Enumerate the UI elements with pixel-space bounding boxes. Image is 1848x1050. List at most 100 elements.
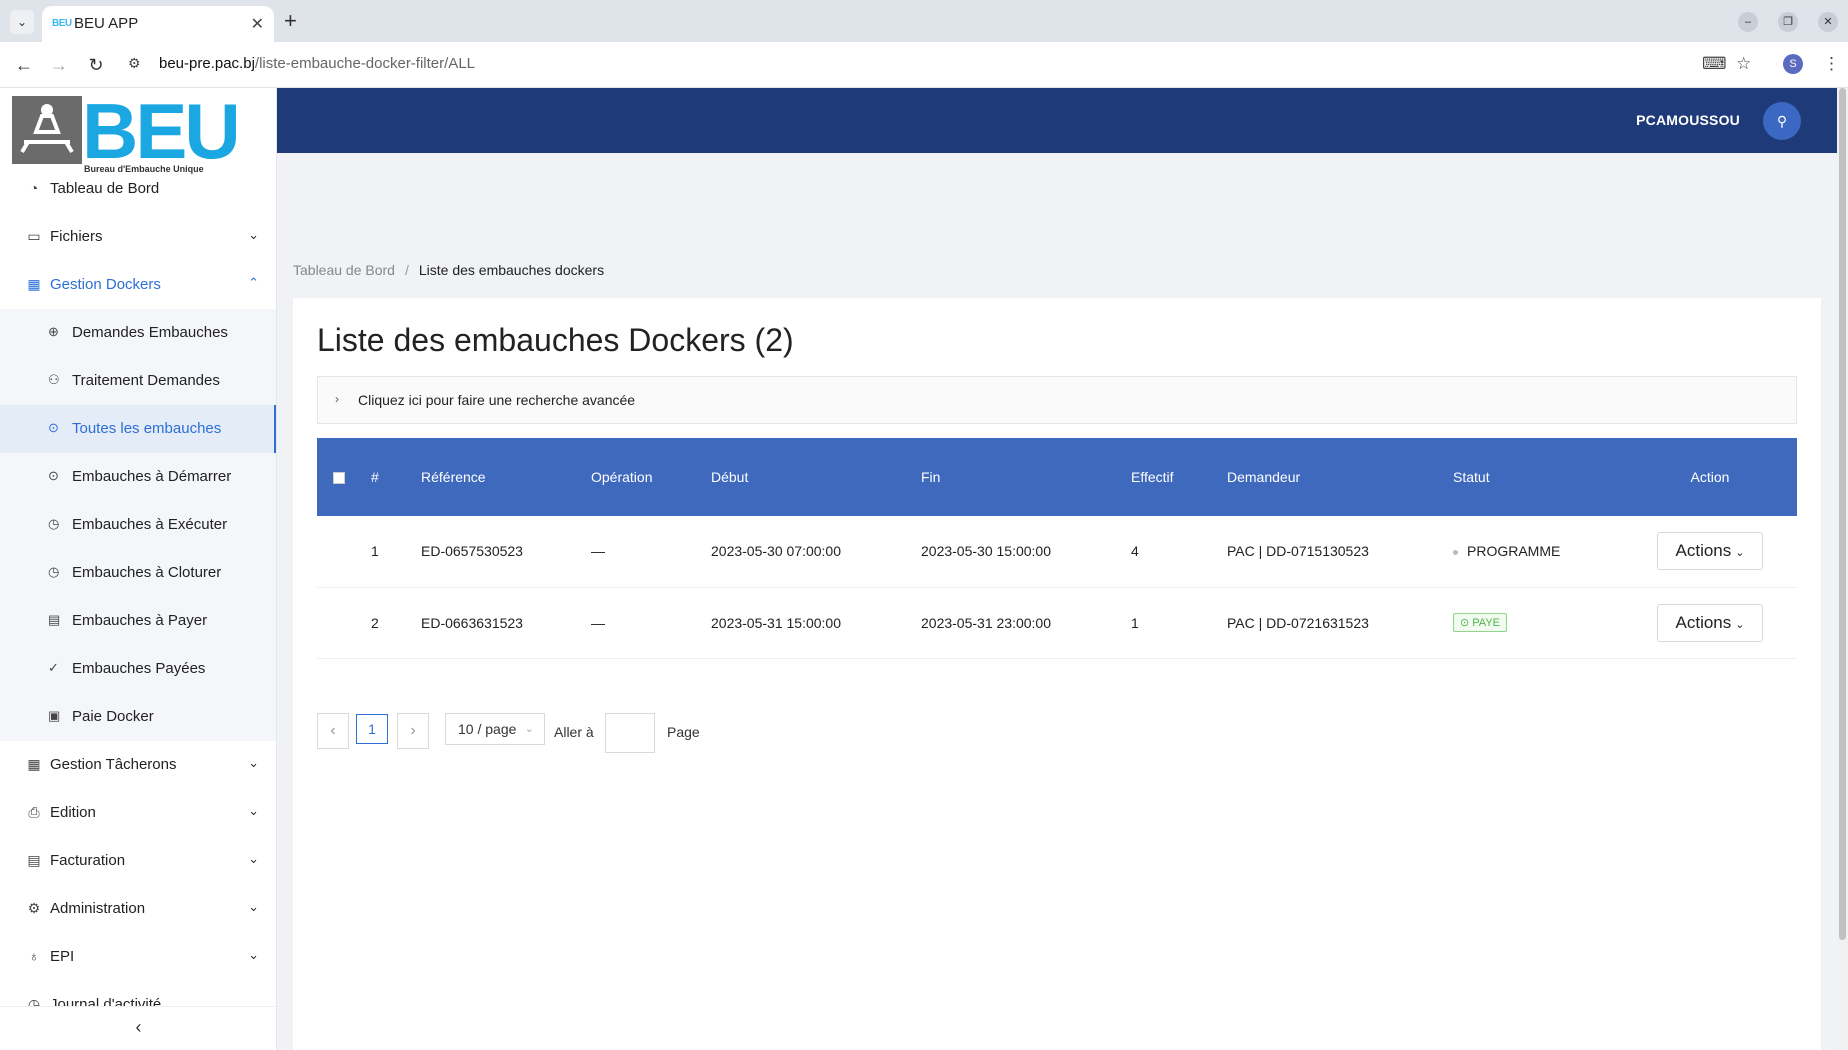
sidebar-item-tableau-de-bord[interactable]: ◔ Tableau de Bord [0, 165, 276, 213]
collapse-sidebar-button[interactable]: ‹ [0, 1006, 276, 1050]
col-header-operation: Opération [581, 438, 701, 516]
browser-tab[interactable]: BEU BEU APP ✕ [42, 6, 274, 42]
bookmark-star-icon[interactable]: ☆ [1736, 54, 1751, 74]
page-scrollbar[interactable] [1837, 88, 1848, 1050]
col-header-num: # [361, 438, 411, 516]
forward-icon[interactable]: → [46, 52, 72, 78]
page-label: Page [667, 724, 700, 740]
table-header-row: # Référence Opération Début Fin Effectif… [317, 438, 1797, 516]
browser-toolbar: ← → ↻ ⚙ beu-pre.pac.bj/liste-embauche-do… [0, 42, 1848, 88]
clock-icon: ◷ [48, 564, 60, 579]
chevron-down-icon: ⌄ [248, 803, 259, 818]
translate-icon[interactable]: ⌨ [1702, 54, 1727, 74]
cell-fin: 2023-05-31 23:00:00 [911, 587, 1121, 659]
folder-icon: ▭ [27, 228, 41, 244]
sidebar-item-fichiers[interactable]: ▭ Fichiers ⌄ [0, 213, 276, 261]
pagination-prev-button[interactable]: ‹ [317, 713, 349, 749]
sidebar-subitem-label: Embauches à Payer [72, 612, 208, 629]
status-text: PROGRAMME [1467, 543, 1561, 560]
chevron-right-icon: › [335, 392, 339, 406]
sidebar-item-label: Tableau de Bord [50, 180, 160, 197]
sidebar-subitem-paie-docker[interactable]: ▣ Paie Docker [0, 693, 276, 741]
select-all-checkbox[interactable] [333, 472, 345, 485]
sidebar-subitem-embauches-payees[interactable]: ✓ Embauches Payées [0, 645, 276, 693]
chevron-down-icon: ⌄ [1735, 547, 1745, 560]
cell-effectif: 4 [1121, 516, 1217, 588]
new-tab-button[interactable]: + [284, 8, 297, 34]
scrollbar-thumb[interactable] [1839, 88, 1846, 940]
actions-label: Actions [1675, 612, 1732, 632]
sidebar: BEU Bureau d'Embauche Unique ◔ Tableau d… [0, 88, 277, 1050]
sidebar-item-label: Facturation [50, 852, 126, 869]
sidebar-item-edition[interactable]: ⎙ Edition ⌄ [0, 789, 276, 837]
play-circle-icon: ⊙ [48, 420, 59, 435]
sidebar-item-facturation[interactable]: ▤ Facturation ⌄ [0, 837, 276, 885]
grid-icon: ▦ [27, 756, 41, 772]
page-size-value: 10 / page [458, 721, 517, 737]
sidebar-subitem-embauches-a-demarrer[interactable]: ⊙ Embauches à Démarrer [0, 453, 276, 501]
sidebar-subitem-embauches-a-executer[interactable]: ◷ Embauches à Exécuter [0, 501, 276, 549]
username-label[interactable]: PCAMOUSSOU [1636, 112, 1740, 128]
user-avatar[interactable]: ⚲ [1763, 102, 1801, 140]
advanced-search-label: Cliquez ici pour faire une recherche ava… [358, 392, 636, 408]
cell-num: 1 [361, 516, 411, 588]
breadcrumb: Tableau de Bord / Liste des embauches dock… [293, 262, 604, 278]
browser-menu-icon[interactable]: ⋮ [1823, 54, 1840, 74]
cell-effectif: 1 [1121, 587, 1217, 659]
profile-avatar[interactable]: S [1783, 54, 1803, 74]
back-icon[interactable]: ← [11, 52, 37, 78]
breadcrumb-home[interactable]: Tableau de Bord [293, 262, 395, 278]
sidebar-item-label: EPI [50, 948, 75, 965]
sidebar-item-epi[interactable]: ♁ EPI ⌄ [0, 933, 276, 981]
breadcrumb-current: Liste des embauches dockers [418, 262, 605, 278]
pagination-next-button[interactable]: › [397, 713, 429, 749]
chevron-down-icon: ⌄ [248, 851, 259, 866]
plus-circle-icon: ⊕ [48, 324, 59, 339]
table-row: 2 ED-0663631523 — 2023-05-31 15:00:00 20… [317, 587, 1797, 659]
sidebar-subitem-embauches-a-payer[interactable]: ▤ Embauches à Payer [0, 597, 276, 645]
actions-dropdown-button[interactable]: Actions ⌄ [1657, 603, 1763, 642]
tab-list-button[interactable]: ⌄ [10, 10, 34, 34]
actions-label: Actions [1675, 541, 1732, 561]
sidebar-item-gestion-dockers[interactable]: ▦ Gestion Dockers ⌃ [0, 261, 276, 309]
sidebar-item-administration[interactable]: ⚙ Administration ⌄ [0, 885, 276, 933]
close-window-icon[interactable]: ✕ [1818, 12, 1838, 32]
tab-close-icon[interactable]: ✕ [251, 14, 264, 34]
col-header-reference: Référence [411, 438, 581, 516]
sidebar-item-label: Edition [50, 804, 96, 821]
sidebar-subitem-label: Toutes les embauches [72, 420, 222, 437]
sidebar-subitem-demandes-embauches[interactable]: ⊕ Demandes Embauches [0, 309, 276, 357]
address-bar[interactable]: beu-pre.pac.bj/liste-embauche-docker-fil… [159, 55, 475, 72]
reload-icon[interactable]: ↻ [83, 52, 109, 78]
chevron-down-icon: ⌄ [1735, 618, 1745, 631]
col-header-action: Action [1623, 438, 1797, 516]
page-title: Liste des embauches Dockers (2) [317, 322, 794, 358]
chevron-down-icon: ⌄ [248, 227, 259, 242]
play-circle-icon: ⊙ [48, 468, 59, 483]
minimize-icon[interactable]: – [1738, 12, 1758, 32]
sidebar-subitem-label: Demandes Embauches [72, 324, 228, 341]
site-info-icon[interactable]: ⚙ [128, 55, 141, 72]
actions-dropdown-button[interactable]: Actions ⌄ [1657, 532, 1763, 571]
wallet-icon: ▤ [48, 612, 61, 627]
cell-debut: 2023-05-31 15:00:00 [701, 587, 911, 659]
sidebar-subitem-traitement-demandes[interactable]: ⚇ Traitement Demandes [0, 357, 276, 405]
sidebar-subitem-label: Embauches à Exécuter [72, 516, 228, 533]
sidebar-item-label: Administration [50, 900, 146, 917]
grid-icon: ▦ [27, 276, 41, 292]
pagination-current-page[interactable]: 1 [356, 714, 388, 744]
sidebar-subitem-toutes-les-embauches[interactable]: ⊙ Toutes les embauches [0, 405, 276, 453]
url-path: /liste-embauche-docker-filter/ALL [254, 55, 475, 72]
cell-debut: 2023-05-30 07:00:00 [701, 516, 911, 588]
sidebar-item-gestion-tacherons[interactable]: ▦ Gestion Tâcherons ⌄ [0, 741, 276, 789]
cell-fin: 2023-05-30 15:00:00 [911, 516, 1121, 588]
chevron-left-icon: ‹ [135, 1017, 142, 1037]
col-header-effectif: Effectif [1121, 438, 1217, 516]
status-badge: ⊙ PAYE [1453, 613, 1507, 632]
restore-icon[interactable]: ❐ [1778, 12, 1798, 32]
sidebar-subitem-embauches-a-cloturer[interactable]: ◷ Embauches à Cloturer [0, 549, 276, 597]
advanced-search-toggle[interactable]: › Cliquez ici pour faire une recherche a… [317, 376, 1797, 424]
beu-logo[interactable]: BEU Bureau d'Embauche Unique [12, 88, 241, 175]
goto-page-input[interactable] [605, 713, 655, 753]
page-size-select[interactable]: 10 / page ⌄ [445, 713, 545, 745]
